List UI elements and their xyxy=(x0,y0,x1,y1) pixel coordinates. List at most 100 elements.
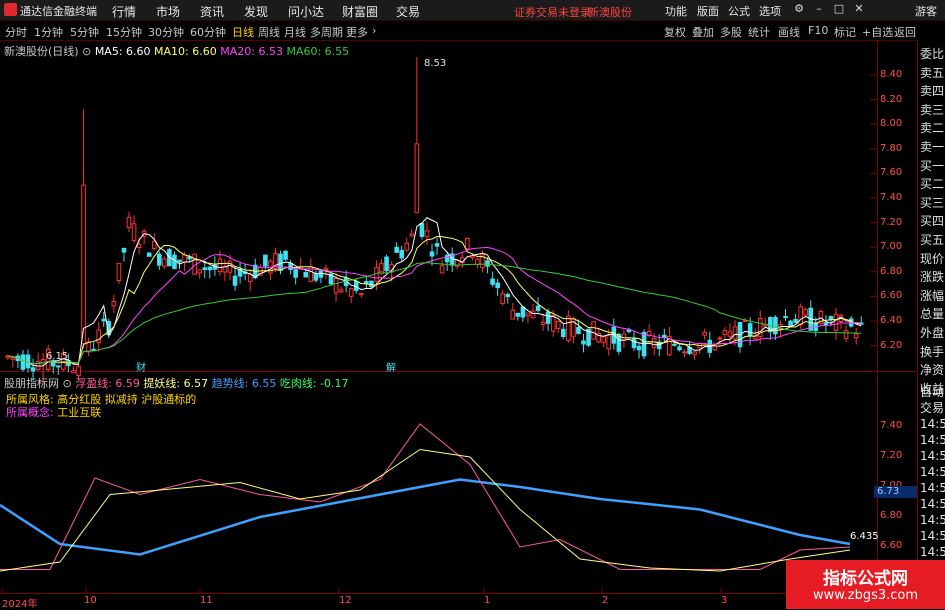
candle-body xyxy=(636,345,642,351)
settings-small-icon[interactable]: ⊙ xyxy=(82,45,91,58)
period-1min[interactable]: 1分钟 xyxy=(34,24,63,40)
settings-small-icon[interactable]: ⊙ xyxy=(63,377,72,390)
quote-tab[interactable]: 涨跌 xyxy=(920,269,945,285)
trade-time-row[interactable]: 14:5 xyxy=(920,544,945,560)
candle-body xyxy=(540,321,546,325)
candle-body xyxy=(682,351,687,354)
ma5-legend: MA5: 6.60 xyxy=(94,45,151,58)
quote-tab[interactable]: 净资 xyxy=(920,362,945,378)
quote-tab[interactable]: 卖四 xyxy=(920,83,945,99)
period-weekly[interactable]: 周线 xyxy=(258,24,280,40)
period-tick[interactable]: 分时 xyxy=(5,24,27,40)
indicator-line3: 趋势线: 6.55 xyxy=(211,377,277,390)
candle-body xyxy=(490,278,495,285)
tool-statistics[interactable]: 统计 xyxy=(748,24,770,40)
tool-restore-right[interactable]: 复权 xyxy=(664,24,686,40)
quote-tab[interactable]: 卖三 xyxy=(920,102,945,118)
trade-time-row[interactable]: 14:5 xyxy=(920,512,945,528)
trade-time-row[interactable]: 14:5 xyxy=(920,448,945,464)
event-marker-finance[interactable]: 财 xyxy=(136,359,146,374)
trade-time-row[interactable]: 14:5 xyxy=(920,416,945,432)
candle-body xyxy=(424,230,430,238)
user-label[interactable]: 游客 xyxy=(915,3,937,19)
candle-body xyxy=(121,247,127,253)
quote-tab[interactable]: 卖五 xyxy=(920,65,945,81)
trade-time-row[interactable]: 14:5 xyxy=(920,432,945,448)
quote-tab[interactable]: 现价 xyxy=(920,251,945,267)
menu-item-news[interactable]: 资讯 xyxy=(200,3,224,20)
candle-body xyxy=(30,367,36,372)
main-legend: 新澳股份(日线) ⊙ MA5: 6.60 MA10: 6.60 MA20: 6.… xyxy=(4,43,349,59)
quote-tab[interactable]: 买五 xyxy=(920,232,945,248)
tool-function[interactable]: 功能 xyxy=(665,3,687,19)
chevron-right-icon[interactable]: › xyxy=(372,24,376,37)
tool-options[interactable]: 选项 xyxy=(759,3,781,19)
quote-tab[interactable]: 卖一 xyxy=(920,139,945,155)
menu-item-quotes[interactable]: 行情 xyxy=(112,3,136,20)
settings-icon[interactable]: ⚙ xyxy=(792,2,806,16)
menu-item-wealth[interactable]: 财富圈 xyxy=(342,3,378,20)
quote-tab[interactable]: 外盘 xyxy=(920,325,945,341)
tool-f10[interactable]: F10 xyxy=(808,24,828,37)
trade-time-row[interactable]: 14:5 xyxy=(920,480,945,496)
quote-tab[interactable]: 买四 xyxy=(920,213,945,229)
period-15min[interactable]: 15分钟 xyxy=(106,24,142,40)
quote-tab[interactable]: 委比 xyxy=(920,46,945,62)
period-60min[interactable]: 60分钟 xyxy=(190,24,226,40)
candle-body xyxy=(631,337,637,349)
login-warning[interactable]: 证券交易未登录 xyxy=(514,4,591,20)
date-axis-divider xyxy=(0,593,916,594)
trade-time-row[interactable]: 14:5 xyxy=(920,528,945,544)
tool-mark[interactable]: 标记 xyxy=(834,24,856,40)
tool-draw[interactable]: 画线 xyxy=(778,24,800,40)
menu-item-ask[interactable]: 问小达 xyxy=(288,3,324,20)
chart-area[interactable] xyxy=(0,40,916,609)
tool-formula[interactable]: 公式 xyxy=(728,3,750,19)
trade-time-row[interactable]: 交易 xyxy=(920,400,945,416)
candle-body xyxy=(495,282,500,289)
tool-layout[interactable]: 版面 xyxy=(697,3,719,19)
trade-time-row[interactable]: 自动 xyxy=(920,384,945,400)
candle-body xyxy=(550,315,556,332)
trade-time-row[interactable]: 14:5 xyxy=(920,496,945,512)
close-icon[interactable]: ✕ xyxy=(852,2,866,16)
last-value-label: 6.435 xyxy=(850,531,879,542)
menu-item-trade[interactable]: 交易 xyxy=(396,3,420,20)
period-more[interactable]: 更多 xyxy=(346,24,368,40)
price-axis-tick: 6.60 xyxy=(880,290,903,302)
date-label-dec: 12 xyxy=(339,595,352,606)
tool-back[interactable]: 返回 xyxy=(894,24,916,40)
candle-body xyxy=(601,336,607,343)
maximize-icon[interactable]: □ xyxy=(832,2,846,16)
tool-add-watchlist[interactable]: +自选 xyxy=(862,24,893,40)
period-multi[interactable]: 多周期 xyxy=(310,24,343,40)
title-bar: 通达信金融终端 行情 市场 资讯 发现 问小达 财富圈 交易 证券交易未登录 新… xyxy=(0,0,945,21)
tool-overlay[interactable]: 叠加 xyxy=(692,24,714,40)
menu-item-market[interactable]: 市场 xyxy=(156,3,180,20)
period-5min[interactable]: 5分钟 xyxy=(70,24,99,40)
candle-body xyxy=(828,316,834,320)
quote-tab[interactable]: 买三 xyxy=(920,195,945,211)
stock-name-top[interactable]: 新澳股份 xyxy=(588,4,632,20)
trade-time-row[interactable]: 14:5 xyxy=(920,464,945,480)
indicator-line1: 浮盈线: 6.59 xyxy=(75,377,140,390)
quote-tab[interactable]: 总量 xyxy=(920,306,945,322)
kline-chart[interactable] xyxy=(0,40,877,593)
quote-tab[interactable]: 换手 xyxy=(920,344,945,360)
candle-body xyxy=(131,223,137,241)
tool-multi-stock[interactable]: 多股 xyxy=(720,24,742,40)
period-monthly[interactable]: 月线 xyxy=(284,24,306,40)
minimize-icon[interactable]: – xyxy=(812,2,826,16)
event-marker-unlock[interactable]: 解 xyxy=(386,359,396,374)
indicator-line-1 xyxy=(0,478,851,556)
quote-tab[interactable]: 买一 xyxy=(920,158,945,174)
period-daily[interactable]: 日线 xyxy=(232,24,254,40)
quote-tab[interactable]: 卖二 xyxy=(920,120,945,136)
quote-side-panel: 委比 卖五 卖四 卖三 卖二 卖一 买一 买二 买三 买四 买五 现价 涨跌 涨幅 总量 外盘 换手 净资 收益 自… xyxy=(917,40,945,609)
menu-item-discover[interactable]: 发现 xyxy=(244,3,268,20)
concept-label: 所属概念: xyxy=(6,406,54,419)
period-30min[interactable]: 30分钟 xyxy=(148,24,184,40)
quote-tab[interactable]: 涨幅 xyxy=(920,288,945,304)
price-axis-tick: 8.00 xyxy=(880,118,903,130)
quote-tab[interactable]: 买二 xyxy=(920,176,945,192)
